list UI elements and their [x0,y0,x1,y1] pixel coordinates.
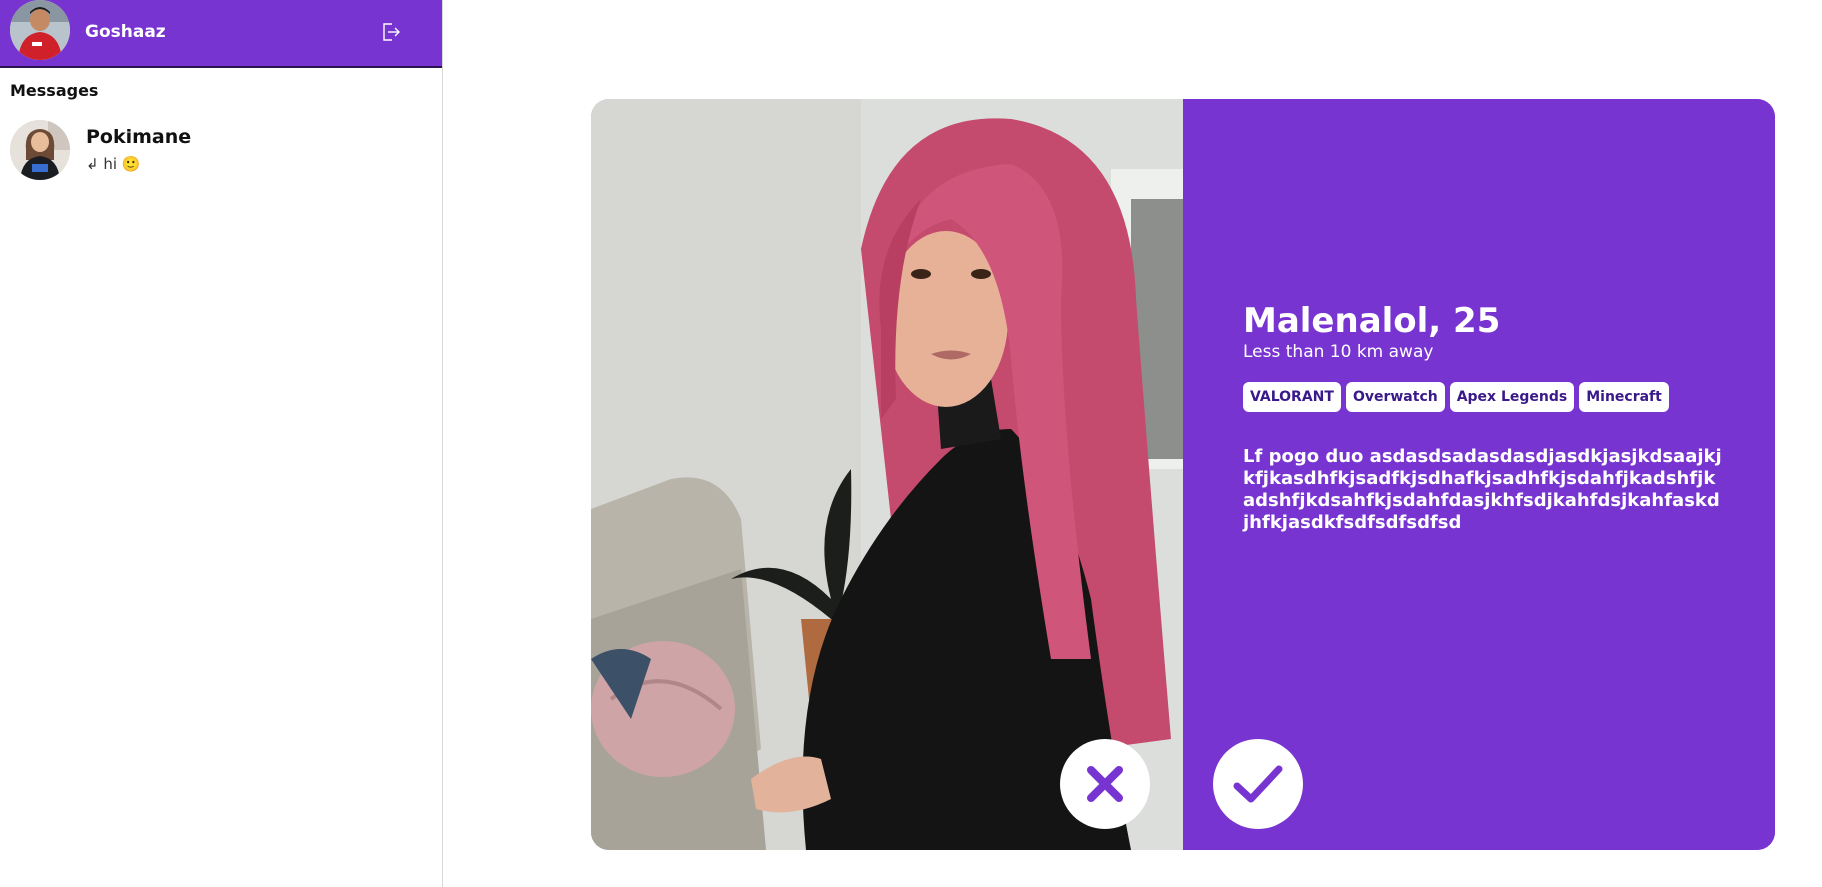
messages-title: Messages [10,81,99,100]
logout-icon[interactable] [378,20,402,44]
conversation-preview: ↲ hi 🙂 [86,155,141,173]
conversation-name: Pokimane [86,126,192,148]
user-avatar[interactable] [10,0,70,60]
username: Goshaaz [85,22,166,42]
reject-button[interactable] [1060,739,1150,829]
profile-bio: Lf pogo duo asdasdsadasdasdjasdkjasjkdsa… [1243,446,1722,533]
profile-info: Malenalol, 25 Less than 10 km away VALOR… [1183,99,1775,850]
sidebar-header: Goshaaz [0,0,442,68]
profile-card: Malenalol, 25 Less than 10 km away VALOR… [591,99,1775,850]
profile-photo [591,99,1183,850]
game-tags: VALORANT Overwatch Apex Legends Minecraf… [1243,382,1669,412]
close-icon [1087,766,1123,802]
game-tag[interactable]: Apex Legends [1449,382,1575,412]
game-tag[interactable]: VALORANT [1243,382,1341,412]
sidebar: Goshaaz Messages Pokimane ↲ hi 🙂 [0,0,443,887]
game-tag[interactable]: Minecraft [1579,382,1669,412]
accept-button[interactable] [1213,739,1303,829]
app-root: Goshaaz Messages Pokimane ↲ hi 🙂 Malenal… [0,0,1822,887]
conversation-avatar [10,120,70,180]
check-icon [1233,765,1283,803]
game-tag[interactable]: Overwatch [1345,382,1445,412]
profile-distance: Less than 10 km away [1243,342,1434,362]
profile-name: Malenalol, 25 [1243,301,1501,341]
user-avatar-image [10,0,70,60]
conversation-item[interactable]: Pokimane ↲ hi 🙂 [0,117,442,187]
